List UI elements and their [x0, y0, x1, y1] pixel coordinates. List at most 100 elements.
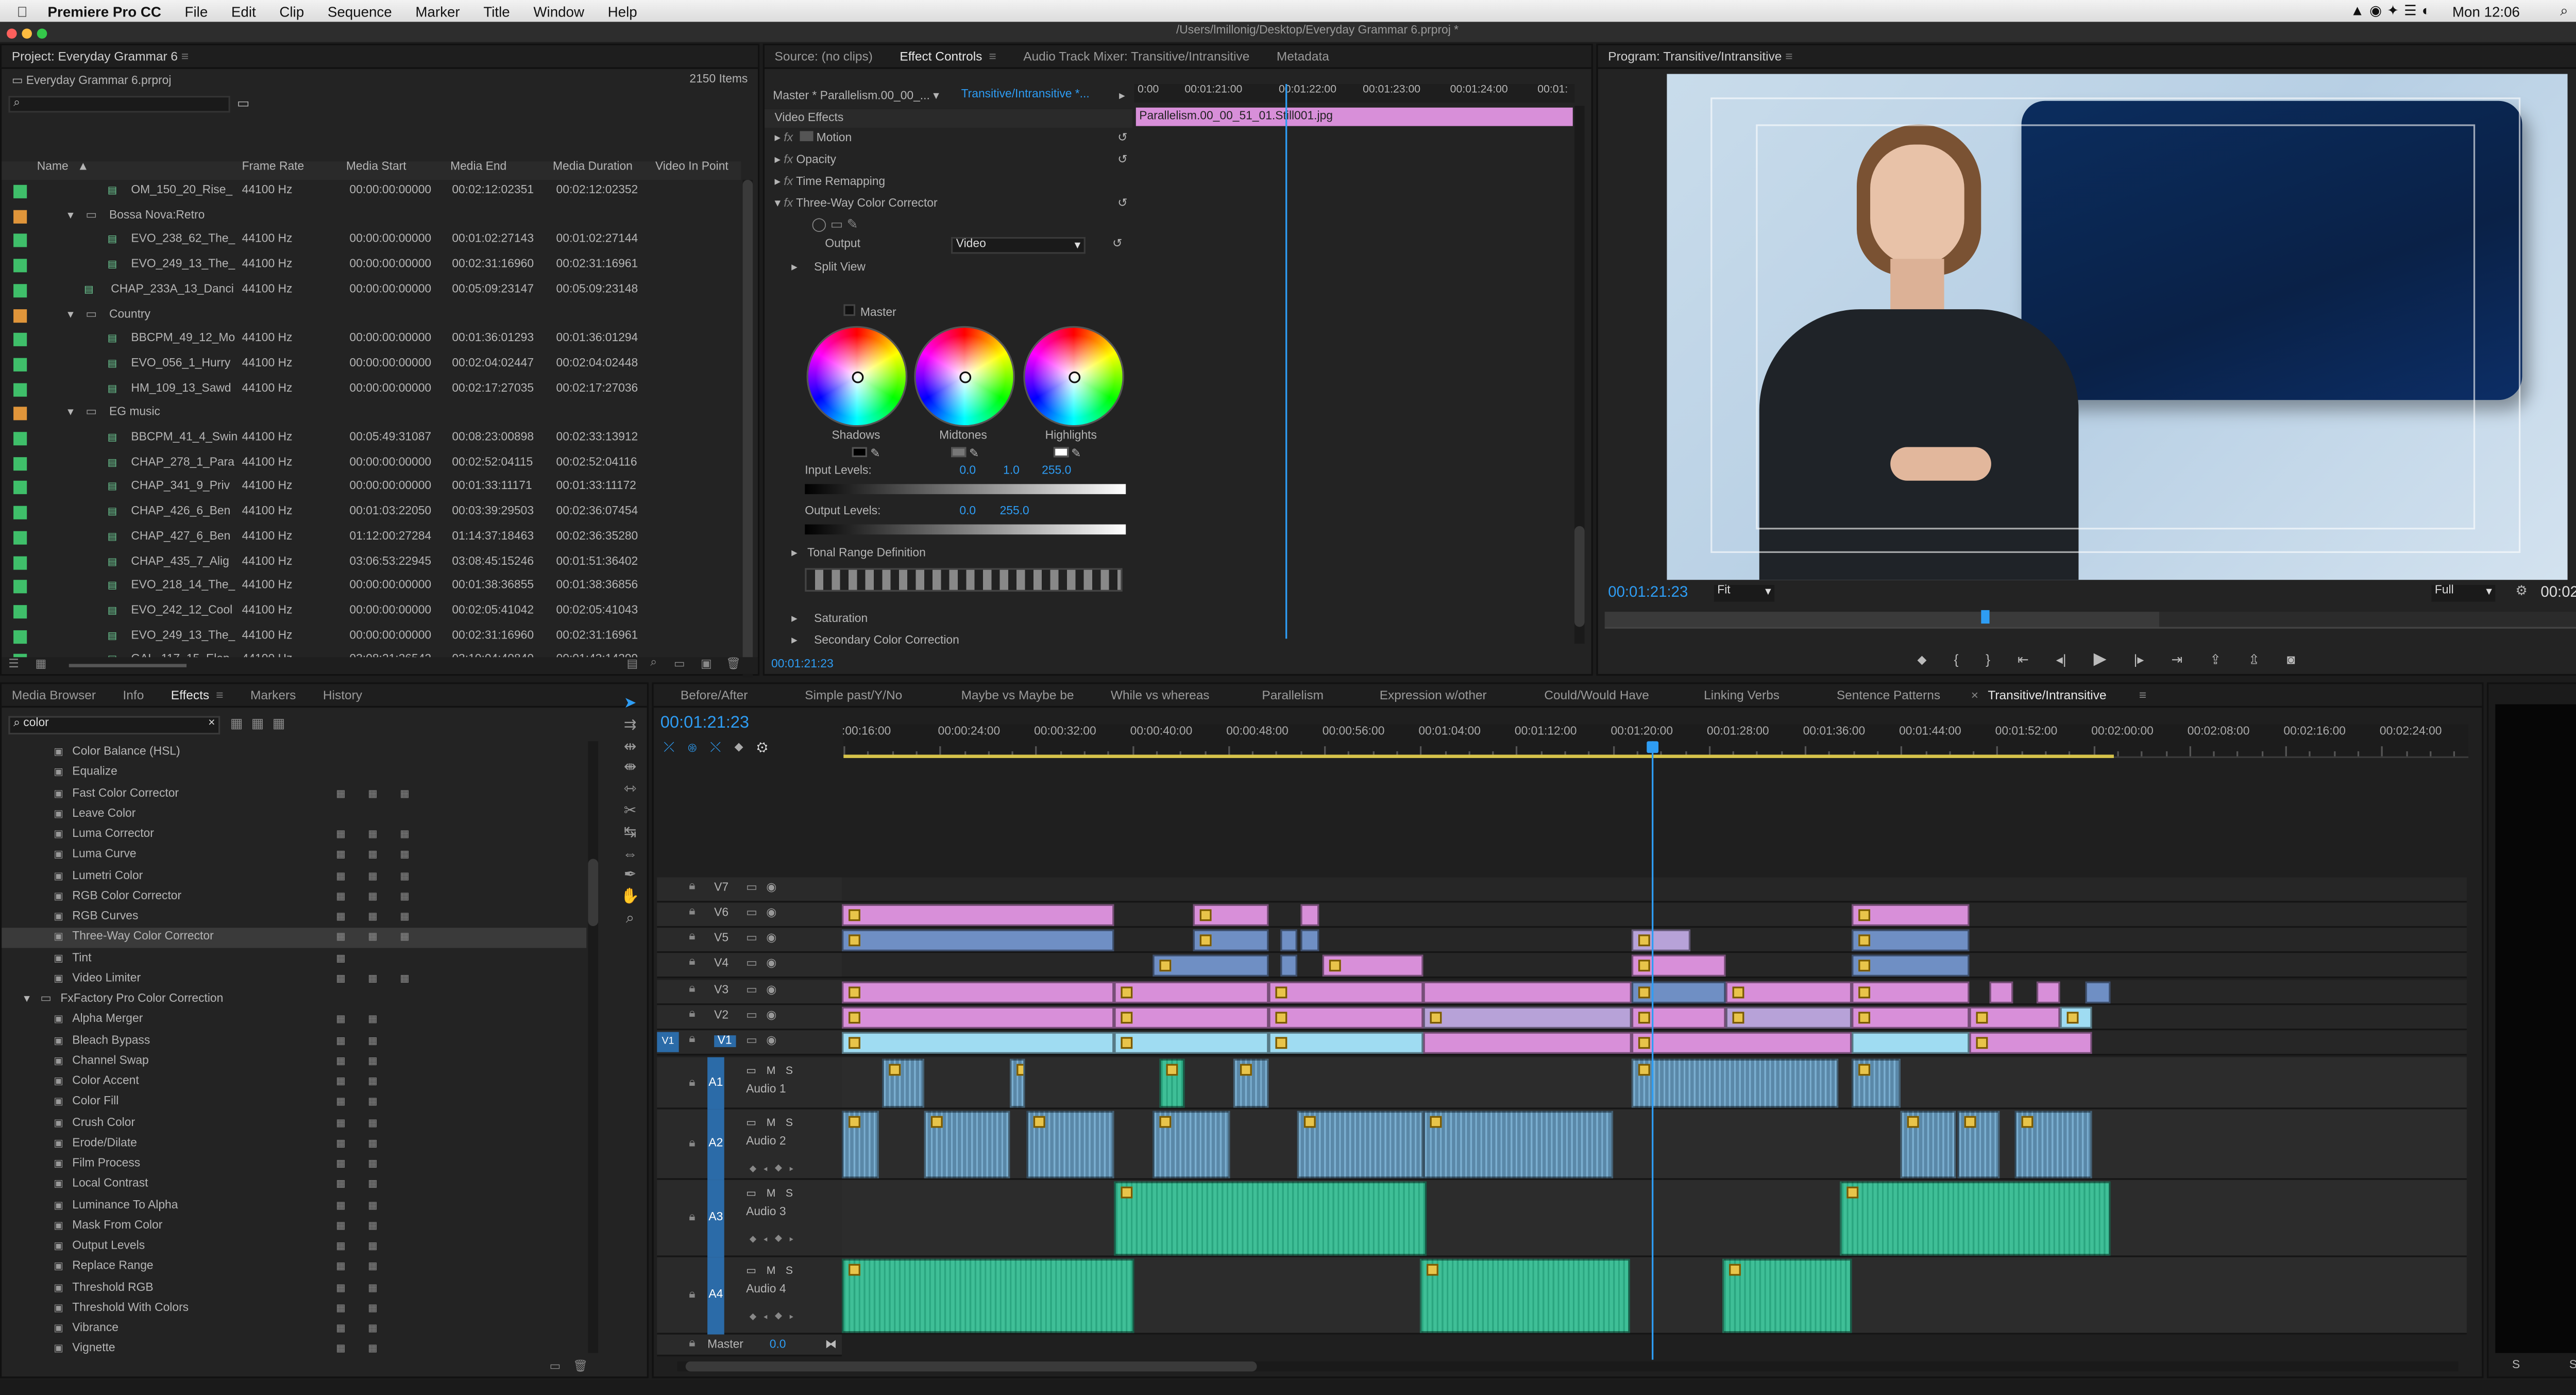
program-playhead[interactable] — [1981, 610, 1990, 624]
lock-icon[interactable]: 🔒︎ — [689, 1212, 695, 1225]
video-clip[interactable] — [1725, 1006, 1852, 1029]
zoom-icon[interactable]: ⌕ — [615, 907, 646, 929]
sync-icon[interactable]: ▭ — [746, 956, 757, 970]
effect-item[interactable]: ▣ Local Contrast ▦ ▦ — [2, 1175, 586, 1196]
project-row[interactable]: ▤ EVO_249_13_The_ 44100 Hz 00:00:00:00000 00… — [2, 254, 741, 279]
eye-icon[interactable]: ◉ — [766, 1009, 776, 1022]
lock-icon[interactable]: 🔒︎ — [689, 906, 695, 919]
hand-icon[interactable]: ✋ — [615, 886, 646, 907]
video-clip[interactable] — [1631, 981, 1726, 1004]
effects-scrollbar[interactable] — [588, 741, 599, 1353]
sequence-tab[interactable]: Simple past/Y/No — [805, 684, 902, 708]
audio-clip[interactable] — [842, 1111, 879, 1179]
ec-timeline-ruler[interactable]: 0:00 00:01:21:00 00:01:22:00 00:01:23:00… — [1134, 84, 1575, 103]
output-reset-icon[interactable]: ↺ — [1112, 237, 1122, 250]
output-black[interactable]: 0.0 — [959, 506, 976, 518]
tab-effect-controls[interactable]: Effect Controls — [900, 45, 982, 67]
master-out-icon[interactable]: ⧓ — [825, 1338, 837, 1351]
video-clip[interactable] — [1852, 1032, 1970, 1054]
delete-icon[interactable]: 🗑 — [573, 1360, 588, 1373]
trash-icon[interactable]: 🗑 — [726, 657, 741, 671]
new-item-icon[interactable]: ▤ — [627, 657, 638, 671]
mark-out-icon[interactable]: } — [1986, 652, 1990, 667]
video-clip[interactable] — [842, 981, 1114, 1004]
video-clip[interactable] — [2060, 1006, 2092, 1029]
video-clip[interactable] — [1193, 929, 1269, 952]
project-row[interactable]: ▤ BBCPM_49_12_Mo 44100 Hz 00:00:00:00000 00:… — [2, 328, 741, 353]
track-label[interactable]: V5 — [714, 933, 728, 945]
tab-info[interactable]: Info — [123, 684, 144, 705]
effect-item[interactable]: ▣ Lumetri Color ▦ ▦ ▦ — [2, 866, 586, 886]
effect-item[interactable]: ▣ Color Accent ▦ ▦ — [2, 1072, 586, 1093]
playhead-handle[interactable] — [1647, 741, 1659, 753]
effect-time-remapping[interactable]: ▸ fx Time Remapping — [775, 173, 1128, 192]
project-row[interactable]: ▤ EVO_249_13_The_ 44100 Hz 00:00:00:00000 00… — [2, 625, 741, 649]
tab-audio-mixer[interactable]: Audio Track Mixer: Transitive/Intransiti… — [1023, 45, 1249, 67]
audio-clip[interactable] — [1423, 1111, 1614, 1179]
audio-clip[interactable] — [1159, 1058, 1185, 1108]
effect-three-way[interactable]: ▾ fx Three-Way Color Corrector ↺ — [775, 195, 1128, 213]
search-icon[interactable]: ⌕ — [2560, 2, 2568, 20]
video-clip[interactable] — [1268, 1006, 1423, 1029]
tab-effects[interactable]: Effects — [171, 684, 209, 705]
track-id[interactable]: A2 — [707, 1109, 724, 1180]
master-checkbox[interactable]: Master — [843, 304, 896, 320]
effect-item[interactable]: ▣ RGB Curves ▦ ▦ ▦ — [2, 907, 586, 928]
effect-item[interactable]: ▣ Replace Range ▦ ▦ — [2, 1257, 586, 1278]
slide-icon[interactable]: ⇔ — [615, 843, 646, 865]
project-row[interactable]: ▤ EVO_218_14_The_ 44100 Hz 00:00:00:00000 00… — [2, 575, 741, 600]
eye-icon[interactable]: ◉ — [766, 906, 776, 919]
project-row[interactable]: ▤ CHAP_278_1_Para 44100 Hz 00:00:00:00000 00… — [2, 451, 741, 476]
new-bin-icon[interactable]: ▭ — [237, 96, 250, 111]
accelerated-filter-icons[interactable]: ▦▦▦ — [230, 716, 294, 731]
output-dropdown[interactable]: Video ▾ — [951, 237, 1086, 254]
quality-dropdown[interactable]: Full ▾ — [2431, 585, 2496, 602]
project-row[interactable]: ▤ CHAP_427_6_Ben 44100 Hz 01:12:00:27284 01:… — [2, 526, 741, 550]
project-row[interactable]: ▤ EVO_238_62_The_ 44100 Hz 00:00:00:00000 00… — [2, 229, 741, 254]
video-clip[interactable] — [842, 904, 1114, 927]
effect-item[interactable]: ▣ Bleach Bypass ▦ ▦ — [2, 1031, 586, 1051]
sequence-tab[interactable]: Maybe vs Maybe be — [961, 684, 1074, 708]
lock-icon[interactable]: 🔒︎ — [689, 931, 695, 945]
sync-icon[interactable]: ▭ — [746, 906, 757, 919]
menu-clip[interactable]: Clip — [279, 3, 304, 20]
col-media-end[interactable]: Media End — [450, 161, 506, 173]
fit-dropdown[interactable]: Fit ▾ — [1714, 585, 1775, 602]
tab-source[interactable]: Source: (no clips) — [775, 45, 873, 67]
play-icon[interactable]: ▶ — [2094, 650, 2107, 669]
timeline-tool-icons[interactable]: ⤫⊛⤬⬥⚙ — [664, 739, 781, 757]
video-clip[interactable] — [1423, 1032, 1632, 1054]
project-title[interactable]: Project: Everyday Grammar 6 ≡ — [2, 45, 758, 69]
new-clip-icon[interactable]: ▣ — [701, 657, 712, 671]
effect-item[interactable]: ▣ Luma Curve ▦ ▦ ▦ — [2, 846, 586, 866]
disclosure-triangle-icon[interactable]: ▼ — [22, 990, 31, 1010]
video-clip[interactable] — [1193, 904, 1269, 927]
eye-icon[interactable]: ◉ — [766, 1034, 776, 1047]
effect-item[interactable]: ▣ Color Fill ▦ ▦ — [2, 1093, 586, 1113]
sync-icon[interactable]: ▭ — [746, 983, 757, 997]
video-clip[interactable] — [1423, 981, 1632, 1004]
video-clip[interactable] — [1969, 1032, 2092, 1054]
ec-timecode[interactable]: 00:01:21:23 — [771, 659, 834, 671]
effect-item[interactable]: ▣ Fast Color Corrector ▦ ▦ ▦ — [2, 784, 586, 804]
video-clip[interactable] — [1114, 981, 1269, 1004]
video-clip[interactable] — [1631, 954, 1726, 977]
project-row[interactable]: ▤ HM_109_13_Sawd 44100 Hz 00:00:00:00000 00:… — [2, 378, 741, 402]
program-title[interactable]: Program: Transitive/Intransitive ≡ — [1598, 45, 2576, 69]
eye-icon[interactable]: ◉ — [766, 881, 776, 894]
audio-clip[interactable] — [1722, 1258, 1852, 1333]
tab-markers[interactable]: Markers — [250, 684, 296, 705]
slip-icon[interactable]: ↹ — [615, 821, 646, 843]
highlights-wheel[interactable] — [1023, 326, 1124, 427]
effect-item[interactable]: ▣ Luminance To Alpha ▦ ▦ — [2, 1196, 586, 1216]
track-header-v2[interactable]: 🔒︎ V2 ▭ ◉ — [657, 1005, 842, 1031]
audio-clip[interactable] — [842, 1258, 1134, 1333]
video-clip[interactable] — [1300, 904, 1319, 927]
sequence-tab[interactable]: Expression w/other — [1380, 684, 1487, 708]
effect-item[interactable]: ▣ Mask From Color ▦ ▦ — [2, 1217, 586, 1237]
effect-item[interactable]: ▣ Vignette ▦ ▦ — [2, 1340, 586, 1360]
keyframe-nav-icons[interactable]: ⬥◂◆▸ — [750, 1165, 801, 1176]
video-clip[interactable] — [1989, 981, 2013, 1004]
effect-item[interactable]: ▣ Luma Corrector ▦ ▦ ▦ — [2, 825, 586, 845]
program-scrubber[interactable] — [1604, 610, 2576, 629]
